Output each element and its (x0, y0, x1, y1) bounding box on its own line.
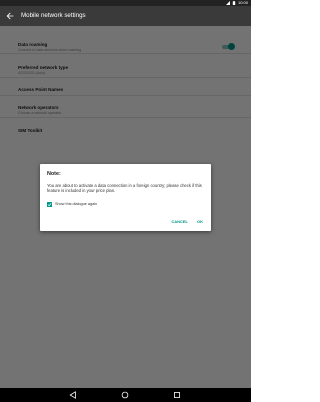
app-bar: Mobile network settings (0, 6, 251, 26)
signal-icon (225, 1, 230, 5)
dialog-message: You are about to activate a data connect… (47, 183, 202, 194)
cancel-button[interactable]: CANCEL (171, 219, 188, 224)
show-again-checkbox[interactable] (47, 201, 52, 207)
ok-button[interactable]: OK (197, 219, 203, 224)
dialog-actions: CANCEL OK (171, 219, 203, 224)
show-again-label: Show this dialogue again (55, 202, 98, 206)
navigation-bar (0, 388, 251, 402)
back-nav-icon[interactable] (69, 391, 77, 399)
home-nav-icon[interactable] (121, 391, 129, 399)
back-arrow-icon[interactable] (5, 11, 15, 21)
battery-icon (232, 1, 236, 5)
page-title: Mobile network settings (21, 12, 86, 19)
dialog-title: Note: (47, 171, 61, 177)
show-again-option[interactable]: Show this dialogue again (47, 200, 97, 208)
roaming-note-dialog: Note: You are about to activate a data c… (40, 164, 211, 231)
recents-nav-icon[interactable] (173, 391, 181, 399)
